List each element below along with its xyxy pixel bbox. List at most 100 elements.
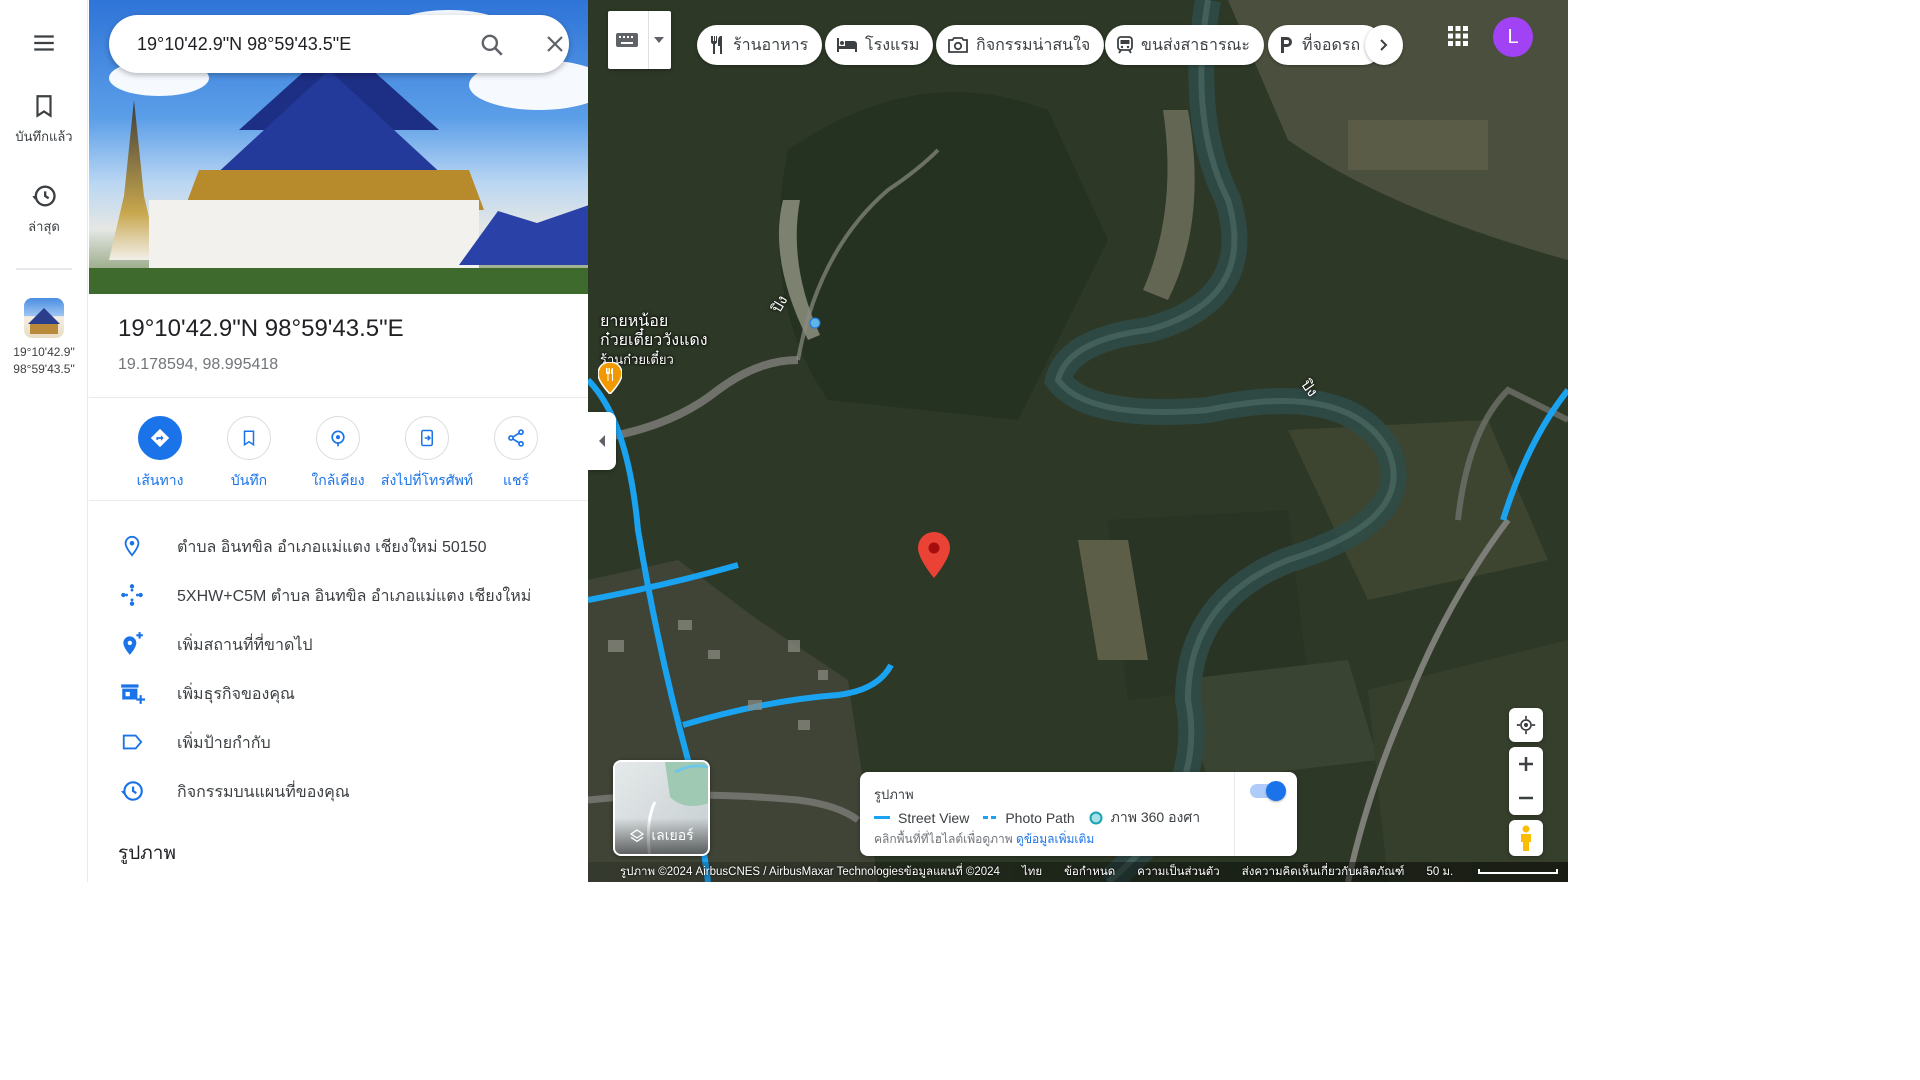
add-label-text: เพิ่มป้ายกำกับ	[177, 735, 271, 752]
footer-feedback-link[interactable]: ส่งความคิดเห็นเกี่ยวกับผลิตภัณฑ์	[1242, 863, 1405, 881]
chip-transit[interactable]: ขนส่งสาธารณะ	[1105, 25, 1264, 65]
legend-title: รูปภาพ	[874, 787, 914, 802]
saved-label: บันทึกแล้ว	[15, 129, 73, 144]
chip-hotels[interactable]: โรงแรม	[825, 25, 934, 65]
layers-label-text: เลเยอร์	[651, 827, 694, 843]
recent-label: ล่าสุด	[28, 219, 60, 234]
recent-place-line2: 98°59'43.5"	[13, 362, 75, 376]
keyboard-icon	[616, 33, 638, 47]
poi-name-line2: ก๋วยเตี๋ยววังแดง	[600, 332, 708, 349]
plus-code-text: 5XHW+C5M ตำบล อินทขิล อำเภอแม่แตง เชียงใ…	[177, 588, 532, 605]
save-button[interactable]: บันทึก	[199, 416, 299, 492]
collapse-panel-button[interactable]	[588, 412, 616, 470]
legend-street-view: Street View	[898, 810, 970, 826]
location-pin-icon[interactable]	[918, 532, 950, 578]
menu-icon	[34, 35, 54, 51]
rail-divider	[16, 268, 72, 270]
footer-language-link[interactable]: ไทย	[1022, 863, 1042, 881]
left-rail: บันทึกแล้ว ล่าสุด 19°10'42.9" 98°59'43.5…	[0, 0, 88, 882]
plus-code-row[interactable]: 5XHW+C5M ตำบล อินทขิล อำเภอแม่แตง เชียงใ…	[89, 574, 588, 614]
search-icon[interactable]	[479, 32, 505, 58]
recent-place-label: 19°10'42.9" 98°59'43.5"	[0, 344, 88, 378]
add-label-row[interactable]: เพิ่มป้ายกำกับ	[89, 721, 588, 761]
saved-button[interactable]: บันทึกแล้ว	[0, 92, 88, 147]
address-row[interactable]: ตำบล อินทขิล อำเภอแม่แตง เชียงใหม่ 50150	[89, 525, 588, 565]
street-view-line-icon	[874, 816, 890, 819]
recent-place-line1: 19°10'42.9"	[13, 345, 75, 359]
footer-privacy-link[interactable]: ความเป็นส่วนตัว	[1137, 863, 1220, 881]
scale-control[interactable]: 50 ม.	[1426, 863, 1568, 881]
send-to-phone-button[interactable]: ส่งไปที่โทรศัพท์	[377, 416, 477, 492]
zoom-out-button[interactable]	[1509, 781, 1543, 815]
google-apps-icon[interactable]	[1448, 26, 1468, 46]
scale-bar	[1478, 869, 1559, 875]
bookmark-icon	[36, 95, 52, 118]
share-label: แชร์	[502, 472, 530, 488]
chip-hotels-label: โรงแรม	[865, 36, 920, 54]
chip-things-to-do[interactable]: กิจกรรมน่าสนใจ	[936, 25, 1105, 65]
photo-360-dot-icon	[1089, 811, 1103, 825]
chip-restaurants-label: ร้านอาหาร	[733, 36, 809, 54]
transit-icon	[1117, 36, 1133, 54]
menu-button[interactable]	[0, 30, 88, 62]
photos-heading: รูปภาพ	[118, 843, 176, 864]
legend-more-link[interactable]: ดูข้อมูลเพิ่มเติม	[1016, 832, 1094, 846]
layers-button[interactable]: เลเยอร์	[613, 760, 710, 856]
chevron-right-icon	[1380, 39, 1388, 51]
plus-code-icon	[121, 584, 143, 606]
footer-terms-link[interactable]: ข้อกำหนด	[1064, 863, 1115, 881]
divider	[89, 500, 588, 501]
chip-restaurants[interactable]: ร้านอาหาร	[697, 25, 823, 65]
nearby-button[interactable]: ใกล้เคียง	[288, 416, 388, 492]
map-activity-text: กิจกรรมบนแผนที่ของคุณ	[177, 784, 350, 801]
account-avatar[interactable]: L	[1493, 17, 1533, 57]
history-icon	[121, 781, 143, 801]
footer-attribution: รูปภาพ ©2024 AirbusCNES / AirbusMaxar Te…	[620, 866, 1000, 878]
directions-icon	[150, 428, 170, 448]
plus-icon	[1519, 757, 1533, 771]
input-tools-button[interactable]	[608, 11, 671, 69]
add-place-text: เพิ่มสถานที่ที่ขาดไป	[177, 637, 313, 654]
search-input[interactable]	[137, 31, 447, 57]
chips-next-button[interactable]	[1365, 25, 1403, 65]
layers-label: เลเยอร์	[615, 818, 708, 854]
chip-things-to-do-label: กิจกรรมน่าสนใจ	[976, 36, 1091, 54]
map-footer: รูปภาพ ©2024 AirbusCNES / AirbusMaxar Te…	[588, 862, 1568, 882]
zoom-controls	[1509, 747, 1543, 815]
add-place-row[interactable]: เพิ่มสถานที่ที่ขาดไป	[89, 623, 588, 663]
close-icon[interactable]	[543, 32, 567, 56]
satellite-imagery	[588, 0, 1568, 882]
send-to-phone-label: ส่งไปที่โทรศัพท์	[380, 472, 474, 488]
legend-photo-360: ภาพ 360 องศา	[1110, 809, 1201, 825]
recent-button[interactable]: ล่าสุด	[0, 182, 88, 237]
chip-transit-label: ขนส่งสาธารณะ	[1141, 36, 1250, 54]
legend-hint: คลิกพื้นที่ที่ไฮไลต์เพื่อดูภาพ ดูข้อมูลเ…	[874, 830, 1094, 849]
pegman-button[interactable]	[1509, 820, 1543, 856]
address-text: ตำบล อินทขิล อำเภอแม่แตง เชียงใหม่ 50150	[177, 539, 487, 556]
poi-restaurant-label[interactable]: ยายหน้อย ก๋วยเตี๋ยววังแดง ร้านก๋วยเตี๋ยว	[600, 312, 708, 369]
hotel-icon	[837, 38, 857, 52]
history-icon	[32, 185, 56, 207]
chip-parking-label: ที่จอดรถ	[1302, 36, 1361, 54]
recent-place-button[interactable]: 19°10'42.9" 98°59'43.5"	[0, 298, 88, 378]
legend-photo-path: Photo Path	[1005, 810, 1075, 826]
bookmark-icon	[243, 430, 255, 447]
location-pin-icon	[124, 535, 140, 557]
scale-label: 50 ม.	[1426, 866, 1454, 878]
nearby-icon	[331, 430, 345, 447]
send-to-phone-icon	[421, 429, 433, 447]
directions-button[interactable]: เส้นทาง	[110, 416, 210, 492]
add-business-row[interactable]: เพิ่มธุรกิจของคุณ	[89, 672, 588, 712]
share-button[interactable]: แชร์	[466, 416, 566, 492]
pegman-icon	[1521, 825, 1531, 851]
legend-keys: Street View Photo Path ภาพ 360 องศา	[874, 807, 1200, 829]
my-location-button[interactable]	[1509, 708, 1543, 742]
directions-label: เส้นทาง	[136, 472, 184, 488]
save-label: บันทึก	[230, 472, 268, 488]
map-activity-row[interactable]: กิจกรรมบนแผนที่ของคุณ	[89, 770, 588, 810]
zoom-in-button[interactable]	[1509, 747, 1543, 781]
photos-layer-toggle[interactable]	[1250, 781, 1286, 801]
restaurant-pin-icon[interactable]	[598, 362, 622, 394]
parking-icon	[1281, 37, 1292, 53]
map-canvas[interactable]: ร้านอาหาร โรงแรม กิจกรรมน่าสนใจ ขนส่งสาธ…	[588, 0, 1568, 882]
